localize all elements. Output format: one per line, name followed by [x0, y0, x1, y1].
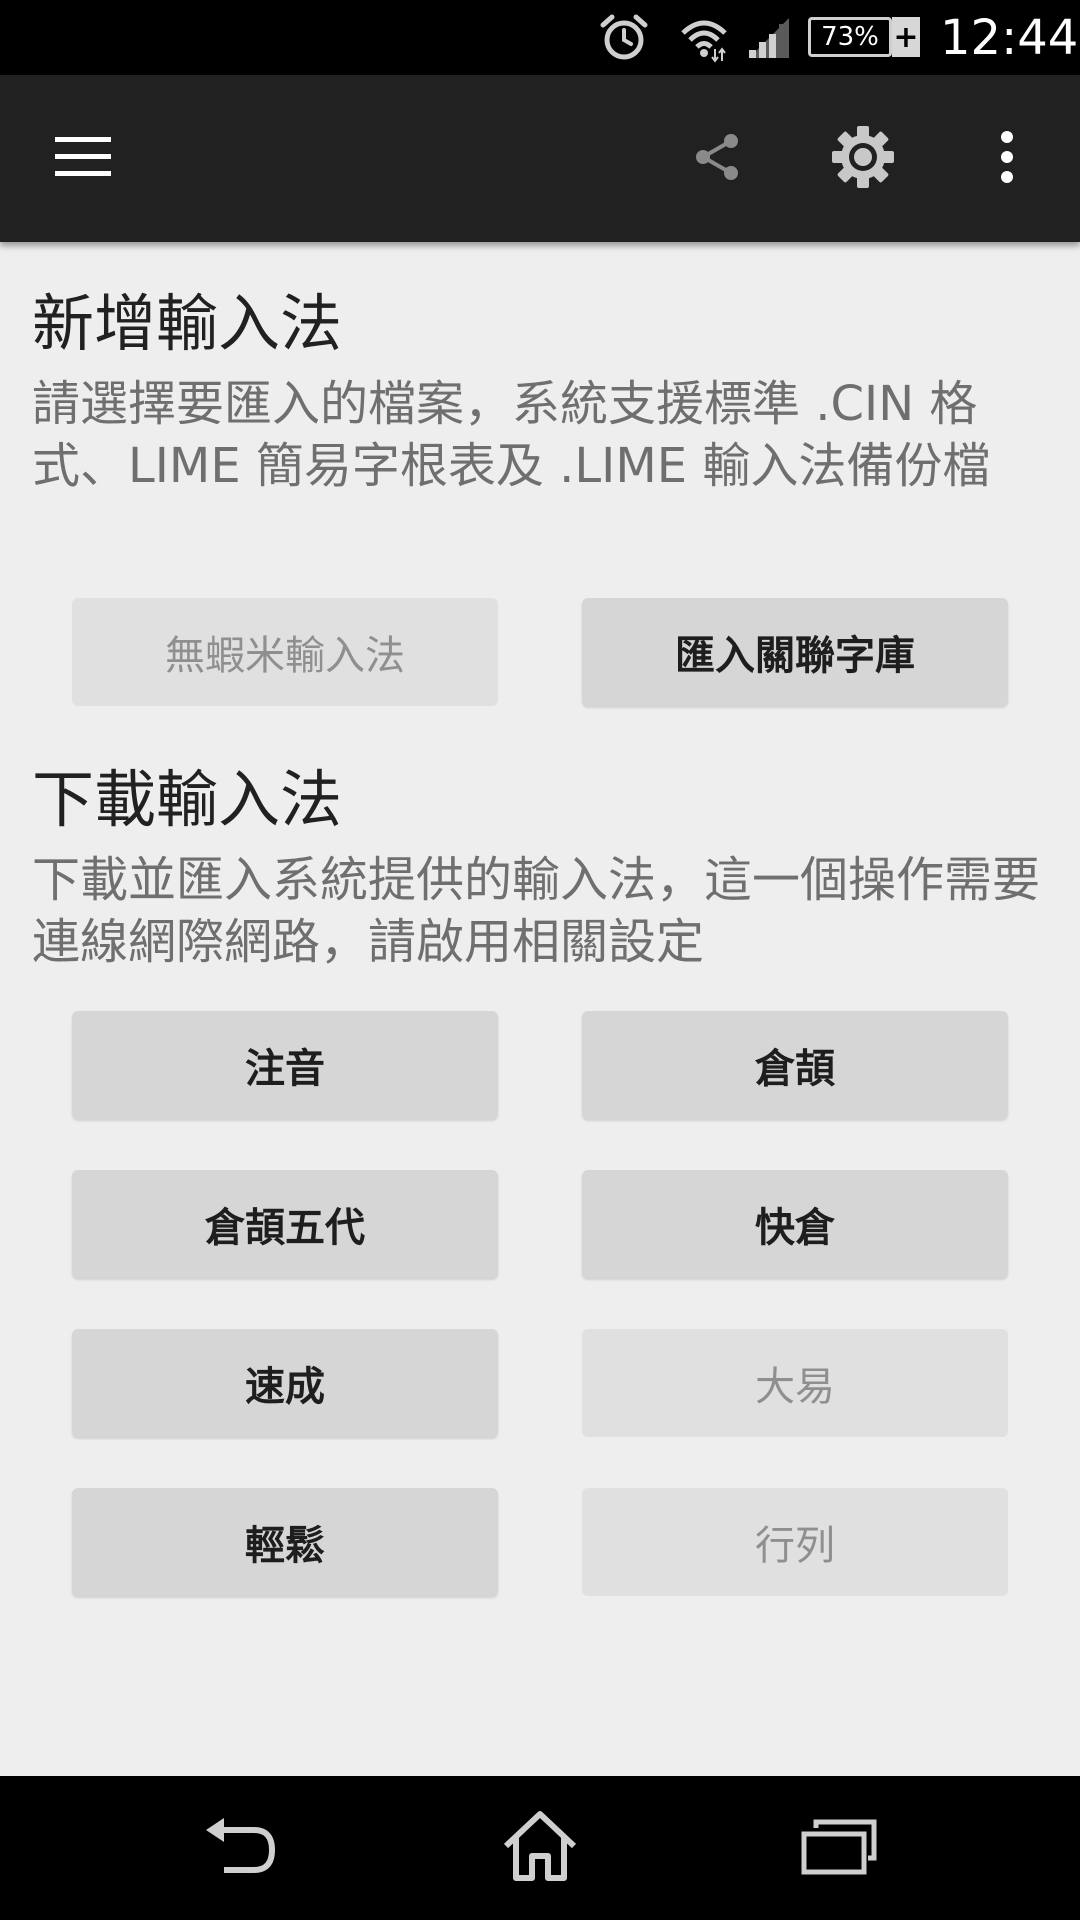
clock: 12:44 [940, 10, 1079, 66]
share-button[interactable] [662, 75, 772, 242]
recent-apps-icon [800, 1816, 880, 1880]
menu-button[interactable] [28, 75, 138, 242]
button-cangjie5[interactable]: 倉頡五代 [72, 1170, 498, 1278]
settings-icon [830, 124, 896, 194]
alarm-icon [596, 10, 652, 66]
menu-icon [53, 134, 113, 184]
share-icon [691, 131, 743, 187]
button-quick-cangjie[interactable]: 快倉 [582, 1170, 1008, 1278]
overflow-menu-button[interactable] [952, 75, 1062, 242]
navigation-bar [0, 1776, 1080, 1920]
download-section-description: 下載並匯入系統提供的輸入法，這一個操作需要連線網際網路，請啟用相關設定 [32, 852, 1041, 970]
button-phonetic[interactable]: 注音 [72, 1011, 498, 1119]
download-section-title: 下載輸入法 [32, 763, 343, 836]
add-section-title: 新增輸入法 [32, 287, 343, 360]
button-import-related-words[interactable]: 匯入關聯字庫 [582, 598, 1008, 706]
add-section-description: 請選擇要匯入的檔案，系統支援標準 .CIN 格式、LIME 簡易字根表及 .LI… [32, 376, 991, 494]
recent-apps-button[interactable] [760, 1776, 920, 1920]
button-simplex[interactable]: 速成 [72, 1329, 498, 1437]
battery-percent: 73% [821, 22, 879, 52]
signal-icon [742, 10, 796, 66]
wifi-icon [676, 10, 732, 66]
more-vert-icon [999, 129, 1015, 189]
battery-icon: 73% [808, 17, 892, 57]
settings-button[interactable] [808, 75, 918, 242]
battery-charging-plus: + [892, 17, 920, 57]
button-cangjie[interactable]: 倉頡 [582, 1011, 1008, 1119]
button-dayi[interactable]: 大易 [582, 1329, 1008, 1437]
status-bar: 73% + 12:44 [0, 0, 1080, 75]
back-button[interactable] [160, 1776, 320, 1920]
button-ez[interactable]: 輕鬆 [72, 1488, 498, 1596]
action-bar [0, 75, 1080, 242]
button-boshiamy[interactable]: 無蝦米輸入法 [72, 598, 498, 706]
home-icon [500, 1808, 580, 1888]
button-array[interactable]: 行列 [582, 1488, 1008, 1596]
back-icon [202, 1816, 278, 1880]
home-button[interactable] [460, 1776, 620, 1920]
